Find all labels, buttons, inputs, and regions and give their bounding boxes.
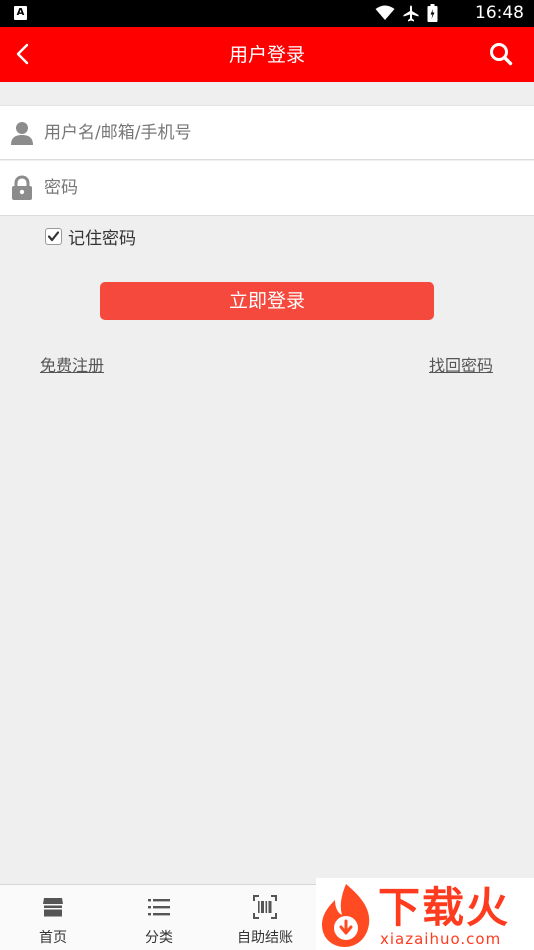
tab-self-checkout-label: 自助结账 xyxy=(237,930,293,946)
status-bar: A 16:48 xyxy=(0,0,534,27)
tab-category-label: 分类 xyxy=(145,930,173,946)
remember-label: 记住密码 xyxy=(68,228,136,249)
checkmark-icon xyxy=(47,230,60,241)
battery-icon xyxy=(427,4,438,22)
app-notification-icon: A xyxy=(14,6,27,20)
remember-checkbox[interactable] xyxy=(45,227,62,245)
username-row xyxy=(0,105,534,160)
tab-home[interactable]: 首页 xyxy=(0,885,106,950)
watermark: 下载火 xiazaihuo.com xyxy=(316,878,534,950)
username-input[interactable] xyxy=(44,114,514,152)
watermark-title: 下载火 xyxy=(378,883,511,932)
tab-self-checkout[interactable]: 自助结账 xyxy=(212,885,318,950)
airplane-icon xyxy=(403,5,419,21)
remember-password[interactable]: 记住密码 xyxy=(45,224,136,249)
password-row xyxy=(0,161,534,216)
password-input[interactable] xyxy=(44,169,514,207)
search-button[interactable] xyxy=(488,41,514,67)
lock-icon xyxy=(12,175,32,200)
barcode-scan-icon xyxy=(253,895,277,919)
login-button[interactable]: 立即登录 xyxy=(100,282,434,320)
flame-logo-icon xyxy=(322,884,370,947)
system-icons xyxy=(375,4,438,22)
app-header: 用户登录 xyxy=(0,27,534,82)
list-icon xyxy=(148,899,170,916)
register-link[interactable]: 免费注册 xyxy=(40,352,104,376)
tab-home-label: 首页 xyxy=(39,930,67,946)
page-title: 用户登录 xyxy=(228,44,305,66)
forgot-password-link[interactable]: 找回密码 xyxy=(429,352,493,376)
user-icon xyxy=(11,122,33,145)
status-time: 16:48 xyxy=(475,3,524,23)
store-icon xyxy=(43,898,63,917)
wifi-icon xyxy=(375,5,395,20)
tab-category[interactable]: 分类 xyxy=(106,885,212,950)
watermark-url: xiazaihuo.com xyxy=(380,930,502,948)
search-icon xyxy=(490,43,513,66)
